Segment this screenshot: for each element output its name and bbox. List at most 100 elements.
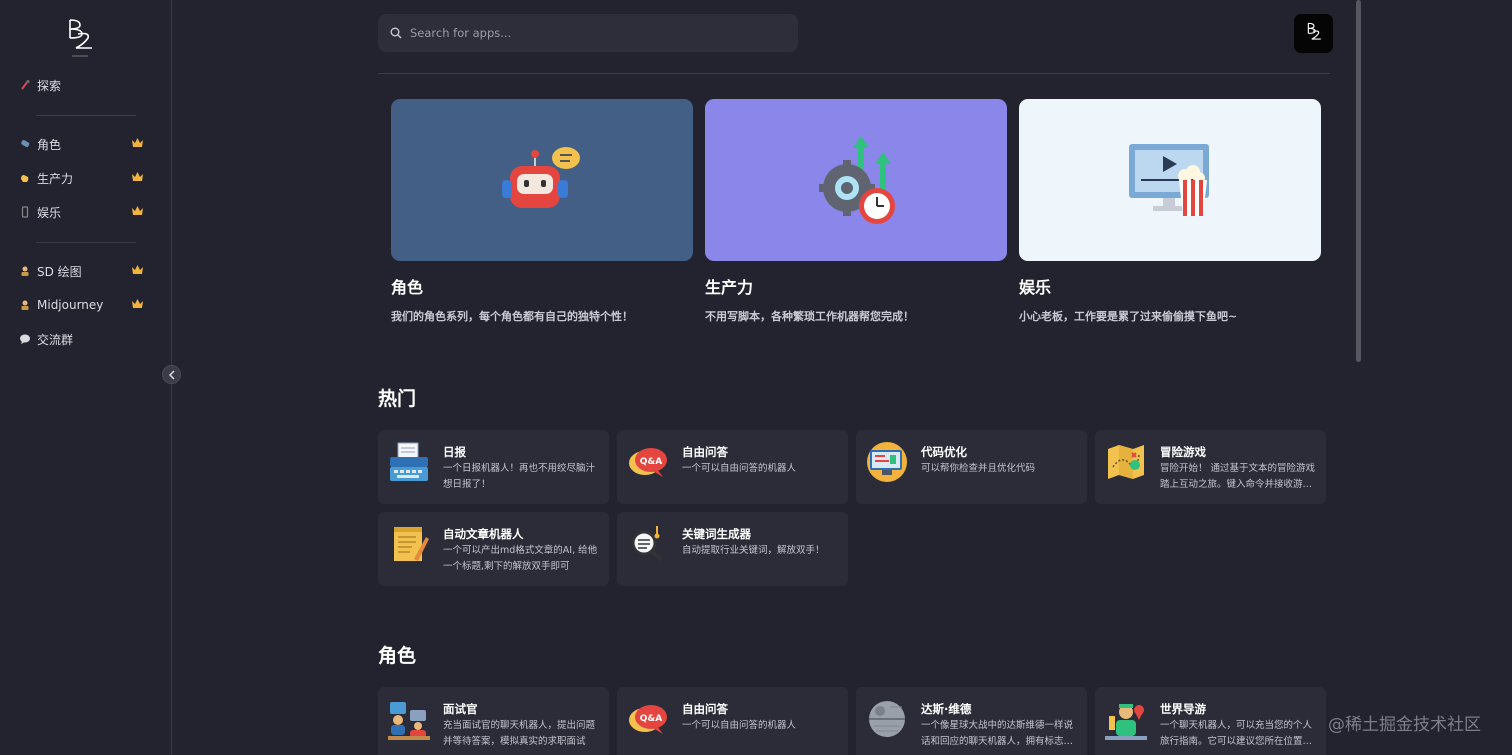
brand-logo-icon <box>1307 22 1321 40</box>
treasure-map-icon <box>1108 445 1144 479</box>
app-card-darth-vader[interactable]: 达斯·维德 一个像星球大战中的达斯维德一样说话和回应的聊天机器人，拥有标志性的语… <box>856 687 1087 755</box>
app-card-world-guide[interactable]: 世界导游 一个聊天机器人，可以充当您的个人旅行指南。它可以建议您所在位置附近的景… <box>1095 687 1326 755</box>
artist-icon <box>18 298 32 312</box>
app-card-free-qa-role[interactable]: Q&A 自由问答 一个可以自由问答的机器人 <box>617 687 848 755</box>
app-name: 自动文章机器人 <box>443 527 524 541</box>
app-description: 充当面试官的聊天机器人，提出问题并等待答案，模拟真实的求职面试 <box>443 720 596 747</box>
sidebar-item-label: 生产力 <box>37 171 74 186</box>
svg-text:Q&A: Q&A <box>640 457 662 467</box>
crown-icon <box>132 206 143 215</box>
sidebar-collapse-button[interactable] <box>162 365 181 384</box>
watermark: @稀土掘金技术社区 <box>1328 715 1481 735</box>
sidebar-item-label: SD 绘图 <box>37 264 82 279</box>
death-star-icon <box>869 701 905 737</box>
app-description: 一个可以自由问答的机器人 <box>682 720 797 731</box>
app-description: 一个像星球大战中的达斯维德一样说话和回应的聊天机器人，拥有标志性的语气 <box>921 720 1074 747</box>
sidebar-item-label: Midjourney <box>37 298 104 312</box>
app-description: 可以帮你检查并且优化代码 <box>921 463 1036 474</box>
category-banner <box>391 99 693 261</box>
app-name: 关键词生成器 <box>682 527 751 541</box>
app-card-free-qa[interactable]: Q&A 自由问答 一个可以自由问答的机器人 <box>617 430 848 504</box>
artist-icon <box>18 264 32 278</box>
section-title-hot: 热门 <box>378 388 417 410</box>
category-title: 角色 <box>391 278 424 297</box>
category-title: 生产力 <box>705 278 754 297</box>
sidebar-item-label: 角色 <box>37 137 62 152</box>
category-card-productivity[interactable]: 生产力 不用写脚本，各种繁琐工作机器帮您完成！ <box>705 99 1007 324</box>
sidebar-item-community[interactable]: 交流群 <box>18 328 144 350</box>
qa-bubble-icon: Q&A <box>629 705 667 734</box>
app-description: 一个聊天机器人，可以充当您的个人旅行指南。它可以建议您所在位置附近的景点 <box>1160 720 1313 747</box>
sidebar-item-midjourney[interactable]: Midjourney <box>18 294 144 316</box>
sidebar-item-roles[interactable]: 角色 <box>18 133 144 155</box>
category-description: 不用写脚本，各种繁琐工作机器帮您完成！ <box>705 310 914 323</box>
sidebar-item-label: 探索 <box>37 78 62 93</box>
gear-clock-icon <box>819 136 895 224</box>
app-name: 冒险游戏 <box>1160 445 1206 459</box>
app-card-adventure-game[interactable]: 冒险游戏 冒险开始！ 通过基于文本的冒险游戏踏上互动之旅。键入命令并接收游戏回应 <box>1095 430 1326 504</box>
sidebar-item-productivity[interactable]: 生产力 <box>18 167 144 189</box>
robot-icon <box>502 147 580 208</box>
app-description: 冒险开始！ 通过基于文本的冒险游戏踏上互动之旅。键入命令并接收游戏回应 <box>1160 463 1316 490</box>
sidebar-divider <box>36 115 136 116</box>
app-card-code-optimize[interactable]: 代码优化 可以帮你检查并且优化代码 <box>856 430 1087 504</box>
app-name: 代码优化 <box>921 445 967 459</box>
tv-popcorn-icon <box>1129 144 1209 216</box>
search-input[interactable] <box>410 26 790 40</box>
hand-icon <box>18 171 32 185</box>
typewriter-icon <box>390 442 428 481</box>
sidebar-item-sd-drawing[interactable]: SD 绘图 <box>18 260 144 282</box>
sidebar: 探索 角色 生产力 娱乐 SD 绘图 Midjourney 交流群 <box>0 0 181 755</box>
note-pencil-icon <box>394 527 429 561</box>
chat-bubble-icon <box>18 332 32 346</box>
app-description: 一个可以自由问答的机器人 <box>682 463 797 474</box>
app-name: 世界导游 <box>1160 702 1206 716</box>
category-banner <box>705 99 1007 261</box>
category-description: 我们的角色系列，每个角色都有自己的独特个性！ <box>391 310 633 323</box>
app-name: 自由问答 <box>682 702 728 716</box>
interviewer-icon <box>388 702 430 740</box>
vertical-scrollbar[interactable] <box>1356 0 1361 362</box>
app-name: 达斯·维德 <box>921 702 972 716</box>
category-card-entertainment[interactable]: 娱乐 小心老板，工作要是累了过来偷偷摸下鱼吧~ <box>1019 99 1321 324</box>
sidebar-item-label: 交流群 <box>37 332 74 347</box>
app-description: 自动提取行业关键词，解放双手！ <box>682 545 825 556</box>
tour-guide-icon <box>1105 704 1147 740</box>
app-card-daily-report[interactable]: 日报 一个日报机器人！再也不用绞尽脑汁想日报了！ <box>378 430 609 504</box>
section-title-roles: 角色 <box>378 645 417 667</box>
brand-logo <box>69 19 92 57</box>
crown-icon <box>132 172 143 181</box>
app-card-keyword-generator[interactable]: 关键词生成器 自动提取行业关键词，解放双手！ <box>617 512 848 586</box>
sidebar-item-entertainment[interactable]: 娱乐 <box>18 201 144 223</box>
category-card-roles[interactable]: 角色 我们的角色系列，每个角色都有自己的独特个性！ <box>391 99 693 324</box>
app-description: 一个可以产出md格式文章的AI, 给他一个标题,剩下的解放双手即可 <box>443 545 598 572</box>
app-card-auto-article[interactable]: 自动文章机器人 一个可以产出md格式文章的AI, 给他一个标题,剩下的解放双手即… <box>378 512 609 586</box>
crown-icon <box>132 265 143 274</box>
sidebar-item-explore[interactable]: 探索 <box>18 74 144 96</box>
magnifier-icon <box>631 526 663 562</box>
app-name: 面试官 <box>443 702 478 716</box>
app-name: 日报 <box>443 445 466 459</box>
code-monitor-icon <box>867 442 907 482</box>
header-divider <box>378 73 1330 74</box>
sidebar-item-label: 娱乐 <box>37 205 62 220</box>
svg-text:Q&A: Q&A <box>640 714 662 724</box>
flask-icon <box>18 137 32 151</box>
crown-icon <box>132 299 143 308</box>
category-banner <box>1019 99 1321 261</box>
app-name: 自由问答 <box>682 445 728 459</box>
pin-icon <box>18 78 32 92</box>
category-description: 小心老板，工作要是累了过来偷偷摸下鱼吧~ <box>1019 310 1238 323</box>
qa-bubble-icon: Q&A <box>629 448 667 477</box>
category-title: 娱乐 <box>1019 278 1052 297</box>
sidebar-divider <box>36 242 136 243</box>
chevron-left-icon <box>168 369 175 380</box>
user-avatar[interactable] <box>1294 14 1333 53</box>
search-bar[interactable] <box>378 14 798 52</box>
app-card-interviewer[interactable]: 面试官 充当面试官的聊天机器人，提出问题并等待答案，模拟真实的求职面试 <box>378 687 609 755</box>
app-description: 一个日报机器人！再也不用绞尽脑汁想日报了！ <box>443 463 596 490</box>
phone-icon <box>18 205 32 219</box>
app-root: 探索 角色 生产力 娱乐 SD 绘图 Midjourney 交流群 Search… <box>0 0 1512 755</box>
crown-icon <box>132 138 143 147</box>
search-icon <box>390 27 402 39</box>
